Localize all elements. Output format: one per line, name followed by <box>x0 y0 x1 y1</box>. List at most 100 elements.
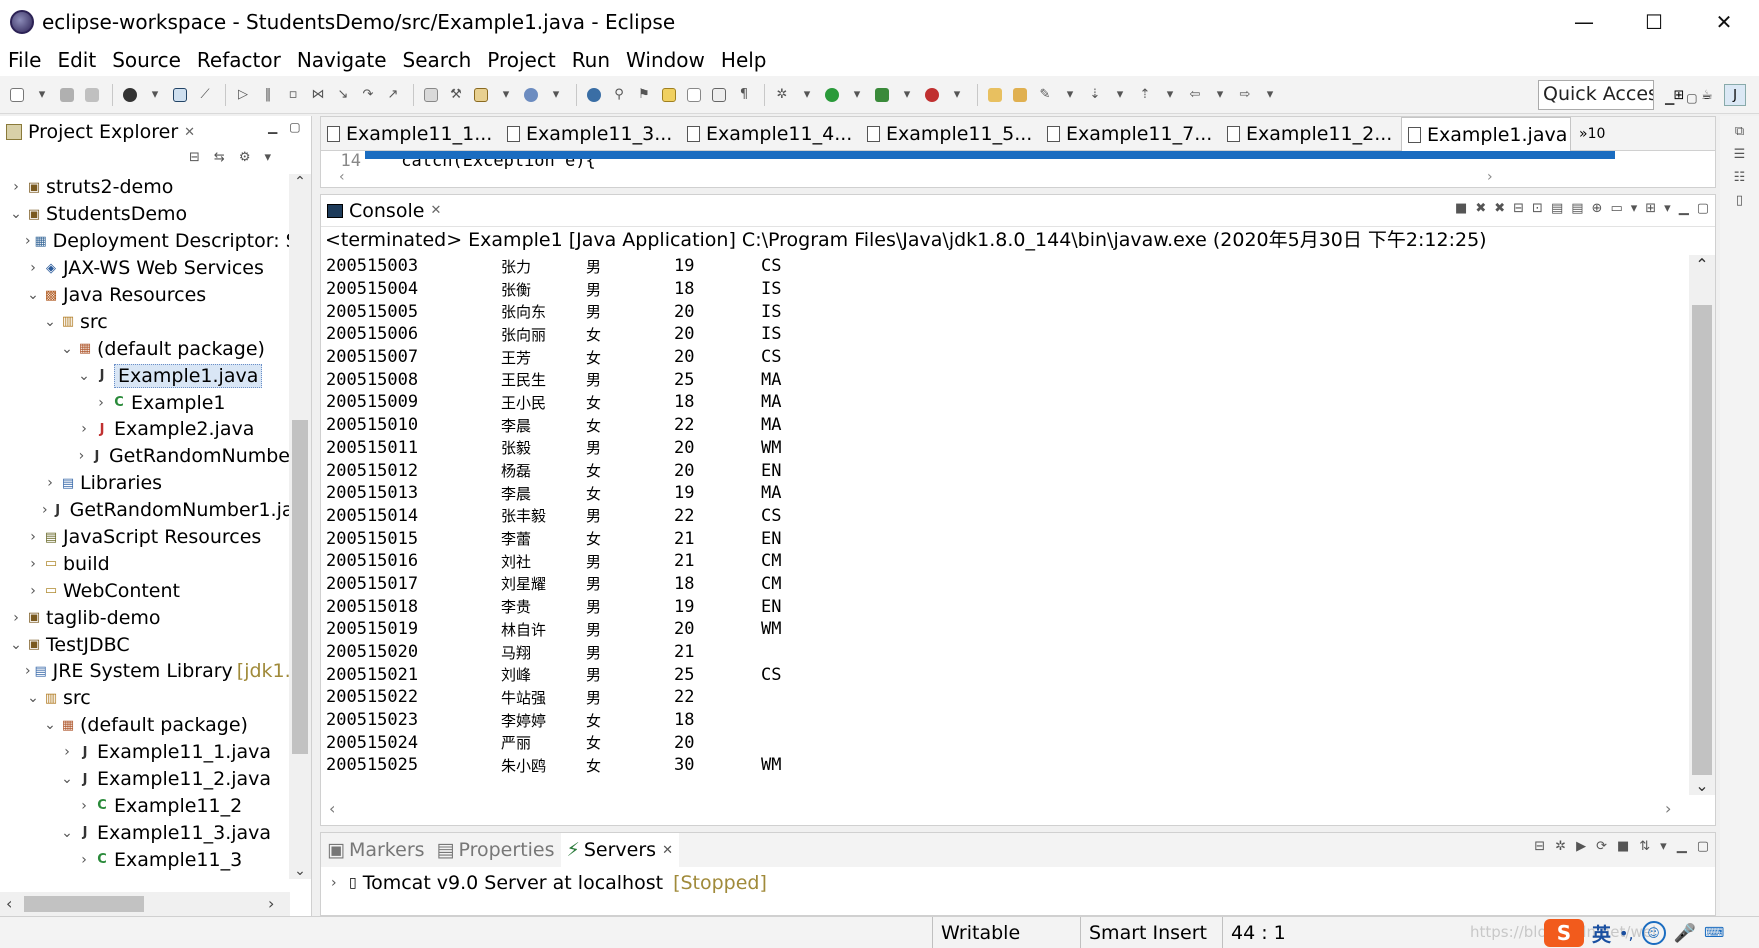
menu-source[interactable]: Source <box>112 48 181 72</box>
server-row[interactable]: › ▯ Tomcat v9.0 Server at localhost [Sto… <box>321 867 1715 899</box>
dropdown-icon[interactable]: ▾ <box>1209 84 1231 106</box>
chevron-right-icon[interactable]: › <box>8 610 24 626</box>
microphone-icon[interactable]: 🎤 <box>1674 923 1696 944</box>
dropdown-icon[interactable]: ▾ <box>796 84 818 106</box>
chevron-right-icon[interactable]: › <box>59 744 75 760</box>
word-wrap-icon[interactable]: ⊡ <box>1532 201 1543 216</box>
menu-navigate[interactable]: Navigate <box>297 48 387 72</box>
pin-console-icon[interactable]: ⊕ <box>1592 201 1603 216</box>
dropdown-icon[interactable]: ▾ <box>946 84 968 106</box>
tablet-icon[interactable]: ▯ <box>1736 193 1743 208</box>
step-return-icon[interactable]: ↗ <box>382 84 404 106</box>
editor-tab[interactable]: Example11_1... <box>321 117 501 151</box>
chevron-down-icon[interactable]: ⌄ <box>25 287 41 303</box>
tree-item[interactable]: › ▤ Libraries <box>0 470 290 497</box>
suspend-icon[interactable]: ‖ <box>257 84 279 106</box>
dropdown-icon[interactable]: ▾ <box>144 84 166 106</box>
java-ee-perspective-icon[interactable]: ☕ <box>1696 84 1718 106</box>
maximize-button[interactable]: ☐ <box>1619 0 1689 44</box>
menu-edit[interactable]: Edit <box>57 48 96 72</box>
sogou-logo-icon[interactable]: S <box>1544 919 1584 947</box>
scroll-left-icon[interactable]: ‹ <box>6 894 12 913</box>
chevron-down-icon[interactable]: ⌄ <box>59 825 75 841</box>
menu-project[interactable]: Project <box>487 48 555 72</box>
collapse-all-icon[interactable]: ⊟ <box>1534 839 1545 854</box>
tab-overflow[interactable]: »10 <box>1571 117 1605 150</box>
tree-item[interactable]: › C Example11_3 <box>0 846 290 873</box>
prev-annotation-icon[interactable]: ⇡ <box>1134 84 1156 106</box>
scroll-lock-icon[interactable]: ⊟ <box>1513 201 1524 216</box>
tree-item[interactable]: ⌄ J Example11_2.java <box>0 766 290 793</box>
minimize-icon[interactable]: ▁ <box>1679 201 1689 216</box>
tree-item[interactable]: ⌄ ▦ (default package) <box>0 712 290 739</box>
start-server-icon[interactable]: ▶ <box>1576 839 1586 854</box>
outline-icon[interactable]: ☰ <box>1734 147 1746 162</box>
explorer-horizontal-scrollbar[interactable]: ‹ › <box>0 892 290 916</box>
minimize-button[interactable]: — <box>1549 0 1619 44</box>
open-type-icon[interactable] <box>520 84 542 106</box>
console-horizontal-scrollbar[interactable]: ‹ › <box>321 797 1687 823</box>
tree-item[interactable]: › J Example11_1.java <box>0 739 290 766</box>
tree-item[interactable]: › ▤ JavaScript Resources <box>0 524 290 551</box>
chevron-down-icon[interactable]: ⌄ <box>59 771 75 787</box>
tab-servers[interactable]: ⚡ Servers ✕ <box>560 833 679 867</box>
maximize-icon[interactable]: ▢ <box>1686 91 1697 105</box>
next-annotation-icon[interactable]: ⇣ <box>1084 84 1106 106</box>
save-all-icon[interactable] <box>81 84 103 106</box>
close-icon[interactable]: ✕ <box>430 203 441 218</box>
block-selection-icon[interactable] <box>708 84 730 106</box>
tree-item[interactable]: › ▭ build <box>0 550 290 577</box>
step-into-icon[interactable]: ↘ <box>332 84 354 106</box>
skip-breakpoints-icon[interactable]: ⟋ <box>194 84 216 106</box>
tree-item[interactable]: › J Example2.java <box>0 416 290 443</box>
maximize-icon[interactable]: ▢ <box>1697 201 1709 216</box>
scroll-left-icon[interactable]: ‹ <box>339 169 345 185</box>
keyboard-icon[interactable]: ⌨ <box>1704 925 1724 941</box>
editor-tab[interactable]: Example11_5... <box>861 117 1041 151</box>
link-editor-icon[interactable]: ⇆ <box>214 150 225 165</box>
chevron-down-icon[interactable]: ⌄ <box>8 637 24 653</box>
close-button[interactable]: ✕ <box>1689 0 1759 44</box>
scrollbar-thumb[interactable] <box>292 420 308 754</box>
forward-icon[interactable]: ⇨ <box>1234 84 1256 106</box>
chevron-right-icon[interactable]: › <box>25 583 41 599</box>
tree-item[interactable]: › C Example11_2 <box>0 792 290 819</box>
tree-item[interactable]: ›▤ JRE System Library[jdk1.8 <box>0 658 290 685</box>
scroll-left-icon[interactable]: ‹ <box>329 799 335 818</box>
remove-all-icon[interactable]: ✖ <box>1494 201 1505 216</box>
publish-icon[interactable]: ⇅ <box>1639 839 1650 854</box>
dropdown-icon[interactable]: ▾ <box>896 84 918 106</box>
terminate-icon[interactable]: ▫ <box>282 84 304 106</box>
open-task-icon[interactable]: ⚑ <box>633 84 655 106</box>
tree-item[interactable]: › J GetRandomNumber1.ja <box>0 497 290 524</box>
maximize-icon[interactable]: ▢ <box>289 120 300 134</box>
console-title[interactable]: Console <box>349 200 424 222</box>
profile-server-icon[interactable]: ⟳ <box>1596 839 1607 854</box>
chevron-right-icon[interactable]: › <box>8 179 24 195</box>
pen-icon[interactable]: ✎ <box>1034 84 1056 106</box>
expand-icon[interactable]: › <box>331 875 349 891</box>
show-stdout-icon[interactable]: ▤ <box>1551 201 1563 216</box>
save-icon[interactable] <box>56 84 78 106</box>
dropdown-icon[interactable]: ▾ <box>1059 84 1081 106</box>
task-list-icon[interactable]: ☷ <box>1734 170 1746 185</box>
scrollbar-thumb[interactable] <box>1692 305 1712 775</box>
open-folder-icon[interactable] <box>984 84 1006 106</box>
chevron-down-icon[interactable]: ⌄ <box>8 206 24 222</box>
scroll-right-icon[interactable]: › <box>1487 169 1493 185</box>
search-refs-icon[interactable]: ⚲ <box>608 84 630 106</box>
show-whitespace-icon[interactable]: ¶ <box>733 84 755 106</box>
resume-icon[interactable]: ▷ <box>232 84 254 106</box>
chevron-right-icon[interactable]: › <box>25 556 41 572</box>
editor-tab[interactable]: Example11_4... <box>681 117 861 151</box>
chevron-down-icon[interactable]: ⌄ <box>59 341 75 357</box>
new-icon[interactable] <box>6 84 28 106</box>
back-icon[interactable]: ⇦ <box>1184 84 1206 106</box>
menu-help[interactable]: Help <box>721 48 767 72</box>
tab-properties[interactable]: ▤ Properties <box>431 833 561 867</box>
scroll-right-icon[interactable]: › <box>1665 799 1671 818</box>
dropdown-icon[interactable]: ▾ <box>545 84 567 106</box>
tree-item[interactable]: › ▣ taglib-demo <box>0 604 290 631</box>
external-tools-icon[interactable] <box>921 84 943 106</box>
chevron-down-icon[interactable]: ⌄ <box>42 314 58 330</box>
